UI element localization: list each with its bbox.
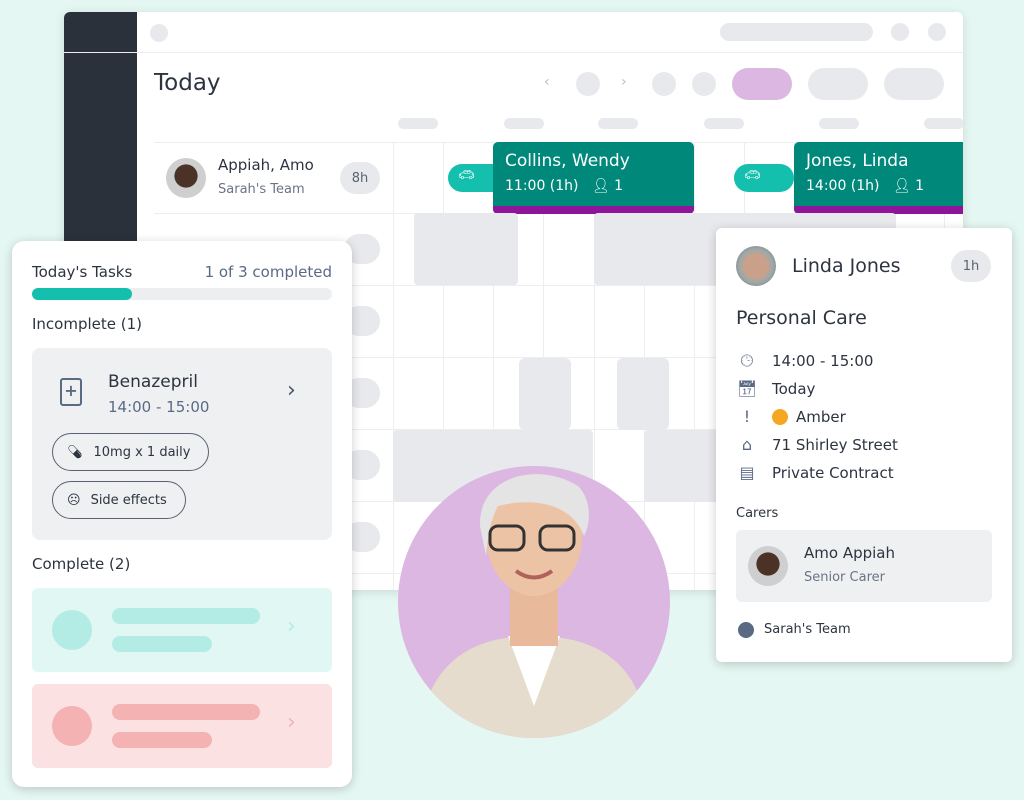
side-effects-label: Side effects bbox=[90, 492, 167, 508]
filter-button[interactable] bbox=[884, 68, 944, 100]
clock-icon: 🕒︎ bbox=[740, 351, 754, 370]
dose-chip[interactable]: 💊︎ 10mg x 1 daily bbox=[52, 433, 210, 471]
visit-carers: 1 bbox=[915, 178, 925, 194]
client-name: Linda Jones bbox=[792, 255, 901, 277]
pill-icon: 💊︎ bbox=[67, 444, 84, 460]
visit-placeholder[interactable] bbox=[519, 358, 571, 430]
duration-badge: 1h bbox=[951, 250, 991, 282]
carer-item[interactable]: Amo Appiah Senior Carer bbox=[736, 530, 992, 602]
progress-bar bbox=[32, 288, 332, 300]
address: 71 Shirley Street bbox=[772, 435, 898, 454]
hours-badge: 8h bbox=[340, 162, 380, 194]
medication-icon: + bbox=[60, 378, 82, 406]
task-name: Benazepril bbox=[108, 372, 198, 392]
time-header bbox=[819, 118, 859, 129]
visit-carers: 1 bbox=[614, 178, 624, 194]
visit-placeholder[interactable] bbox=[414, 213, 518, 285]
document-icon: ▤ bbox=[739, 463, 755, 482]
time-header bbox=[924, 118, 963, 129]
visit-placeholder[interactable] bbox=[644, 430, 724, 502]
tasks-title: Today's Tasks bbox=[32, 263, 133, 281]
visit-block[interactable]: Collins, Wendy 11:00 (1h) 👤︎ 1 bbox=[493, 142, 694, 214]
page-title: Today bbox=[154, 70, 221, 96]
sad-face-icon: ☹ bbox=[67, 492, 81, 508]
home-icon: ⌂ bbox=[741, 435, 753, 454]
car-icon: 🚗︎ bbox=[458, 168, 475, 183]
visit-placeholder[interactable] bbox=[617, 358, 669, 430]
completed-task-placeholder[interactable]: › bbox=[32, 588, 332, 672]
chevron-right-icon[interactable]: › bbox=[287, 614, 296, 639]
carer-avatar bbox=[748, 546, 788, 586]
visit-time: 14:00 - 15:00 bbox=[772, 352, 874, 370]
carer-team: Sarah's Team bbox=[218, 182, 305, 197]
search-placeholder[interactable] bbox=[720, 23, 873, 41]
visit-block[interactable]: Jones, Linda 14:00 (1h) 👤︎ 1 bbox=[794, 142, 963, 214]
toolbar-button[interactable] bbox=[692, 72, 716, 96]
visit-time: 11:00 (1h) bbox=[505, 178, 579, 194]
client-portrait bbox=[398, 466, 670, 738]
calendar-icon: 📅︎ bbox=[736, 379, 758, 398]
travel-block[interactable]: 🚗︎ bbox=[734, 164, 794, 192]
team-name: Sarah's Team bbox=[764, 622, 851, 637]
logo-placeholder bbox=[150, 24, 168, 42]
chevron-right-icon[interactable]: › bbox=[287, 378, 296, 403]
visit-time: 14:00 (1h) bbox=[806, 178, 880, 194]
contract: Private Contract bbox=[772, 463, 894, 482]
side-effects-chip[interactable]: ☹ Side effects bbox=[52, 481, 186, 519]
risk-dot bbox=[772, 408, 788, 425]
task-item[interactable]: + Benazepril 14:00 - 15:00 › 💊︎ 10mg x 1 … bbox=[32, 348, 332, 540]
progress-fill bbox=[32, 288, 132, 300]
person-icon: 👤︎ bbox=[892, 178, 911, 194]
visit-client: Jones, Linda bbox=[806, 151, 909, 171]
visit-detail-card: Linda Jones 1h Personal Care 🕒︎ 14:00 - 1… bbox=[716, 228, 1012, 662]
complete-label: Complete (2) bbox=[32, 555, 131, 573]
visit-client: Collins, Wendy bbox=[505, 151, 630, 171]
dose-label: 10mg x 1 daily bbox=[93, 444, 191, 460]
client-avatar bbox=[736, 246, 776, 286]
filter-button[interactable] bbox=[808, 68, 868, 100]
visit-date: Today bbox=[772, 379, 816, 398]
tasks-card: Today's Tasks 1 of 3 completed Incomplet… bbox=[12, 241, 352, 787]
time-header bbox=[504, 118, 544, 129]
chevron-right-icon[interactable]: › bbox=[287, 710, 296, 735]
task-time: 14:00 - 15:00 bbox=[108, 398, 210, 416]
toolbar-button[interactable] bbox=[652, 72, 676, 96]
service-name: Personal Care bbox=[736, 307, 867, 329]
person-icon: 👤︎ bbox=[591, 178, 610, 194]
car-icon: 🚗︎ bbox=[744, 168, 761, 183]
date-picker[interactable] bbox=[576, 72, 600, 96]
carer-name[interactable]: Appiah, Amo bbox=[218, 156, 314, 174]
team-icon bbox=[738, 622, 754, 638]
prev-icon[interactable]: ‹ bbox=[544, 74, 550, 90]
header-icon[interactable] bbox=[891, 23, 909, 41]
next-icon[interactable]: › bbox=[621, 74, 627, 90]
active-filter-button[interactable] bbox=[732, 68, 792, 100]
tasks-progress-text: 1 of 3 completed bbox=[204, 263, 332, 281]
time-header bbox=[704, 118, 744, 129]
completed-task-placeholder[interactable]: › bbox=[32, 684, 332, 768]
risk-level: Amber bbox=[796, 407, 846, 426]
header-avatar[interactable] bbox=[928, 23, 946, 41]
carer-role: Senior Carer bbox=[804, 570, 885, 585]
carer-name: Amo Appiah bbox=[804, 544, 895, 562]
incomplete-label: Incomplete (1) bbox=[32, 315, 143, 333]
time-header bbox=[398, 118, 438, 129]
carer-avatar bbox=[166, 158, 206, 198]
time-header bbox=[598, 118, 638, 129]
alert-icon: ! bbox=[743, 407, 751, 426]
carers-label: Carers bbox=[736, 506, 779, 521]
